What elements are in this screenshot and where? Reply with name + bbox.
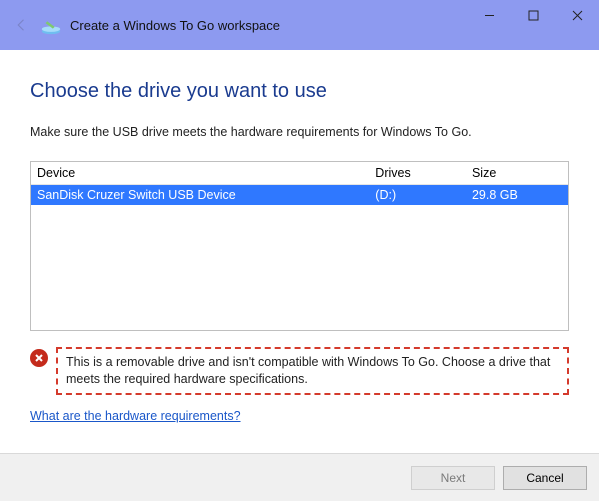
window-controls bbox=[467, 0, 599, 30]
drive-table: Device Drives Size SanDisk Cruzer Switch… bbox=[30, 161, 569, 331]
error-icon bbox=[30, 349, 48, 367]
table-row[interactable]: SanDisk Cruzer Switch USB Device (D:) 29… bbox=[31, 185, 568, 205]
hardware-requirements-link[interactable]: What are the hardware requirements? bbox=[30, 409, 569, 423]
minimize-button[interactable] bbox=[467, 0, 511, 30]
page-instruction: Make sure the USB drive meets the hardwa… bbox=[30, 125, 569, 139]
page-heading: Choose the drive you want to use bbox=[30, 80, 569, 103]
window-title: Create a Windows To Go workspace bbox=[70, 18, 280, 33]
column-header-device[interactable]: Device bbox=[31, 162, 369, 184]
next-button: Next bbox=[411, 466, 495, 490]
table-body: SanDisk Cruzer Switch USB Device (D:) 29… bbox=[31, 185, 568, 330]
cell-size: 29.8 GB bbox=[466, 185, 568, 205]
maximize-button[interactable] bbox=[511, 0, 555, 30]
cell-device: SanDisk Cruzer Switch USB Device bbox=[31, 185, 369, 205]
cancel-button[interactable]: Cancel bbox=[503, 466, 587, 490]
wizard-icon bbox=[40, 14, 62, 36]
cell-drives: (D:) bbox=[369, 185, 466, 205]
title-bar: Create a Windows To Go workspace bbox=[0, 0, 599, 50]
close-button[interactable] bbox=[555, 0, 599, 30]
table-header: Device Drives Size bbox=[31, 162, 568, 185]
warning-row: This is a removable drive and isn't comp… bbox=[30, 347, 569, 395]
warning-text: This is a removable drive and isn't comp… bbox=[56, 347, 569, 395]
back-button[interactable] bbox=[10, 13, 34, 37]
content-area: Choose the drive you want to use Make su… bbox=[0, 50, 599, 453]
footer-bar: Next Cancel bbox=[0, 453, 599, 501]
column-header-drives[interactable]: Drives bbox=[369, 162, 466, 184]
column-header-size[interactable]: Size bbox=[466, 162, 568, 184]
